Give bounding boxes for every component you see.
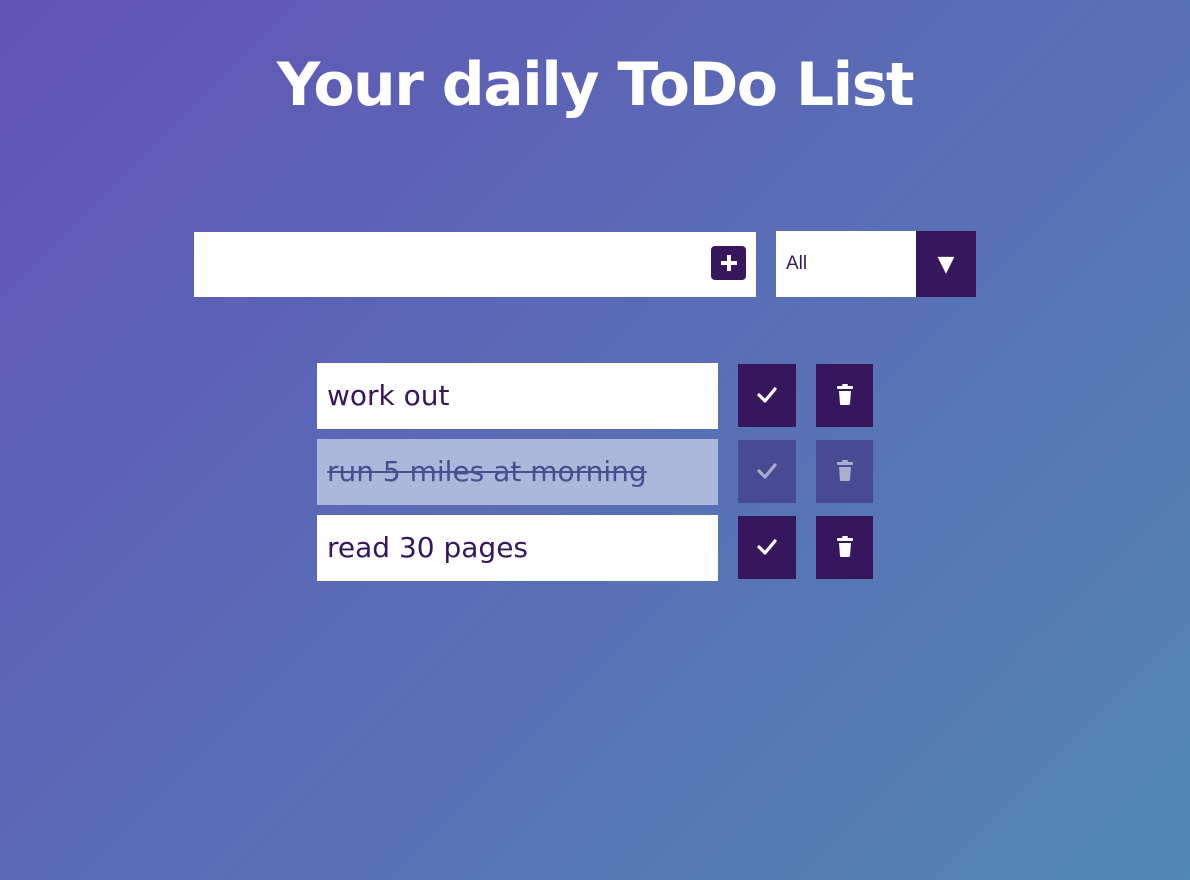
todo-item-completed: run 5 miles at morning [317,439,877,505]
todo-text: work out [317,363,718,429]
complete-button[interactable] [738,440,796,503]
trash-icon [836,536,853,557]
delete-button[interactable] [816,364,873,427]
check-icon [757,387,777,403]
trash-icon [836,384,853,405]
trash-icon [836,460,853,481]
todo-text: read 30 pages [317,515,718,581]
check-icon [757,463,777,479]
todo-input-box [194,232,756,297]
page-title: Your daily ToDo List [276,50,915,120]
add-todo-button[interactable] [711,246,746,280]
delete-button[interactable] [816,516,873,579]
filter-select[interactable]: All ▼ [776,231,976,297]
todo-input[interactable] [194,232,694,297]
plus-icon [720,255,737,271]
todo-item: read 30 pages [317,515,877,581]
todo-item: work out [317,363,877,429]
todo-text: run 5 miles at morning [317,439,718,505]
complete-button[interactable] [738,516,796,579]
complete-button[interactable] [738,364,796,427]
check-icon [757,539,777,555]
delete-button[interactable] [816,440,873,503]
filter-selected-value: All [786,253,808,274]
dropdown-arrow-icon[interactable]: ▼ [916,231,976,297]
